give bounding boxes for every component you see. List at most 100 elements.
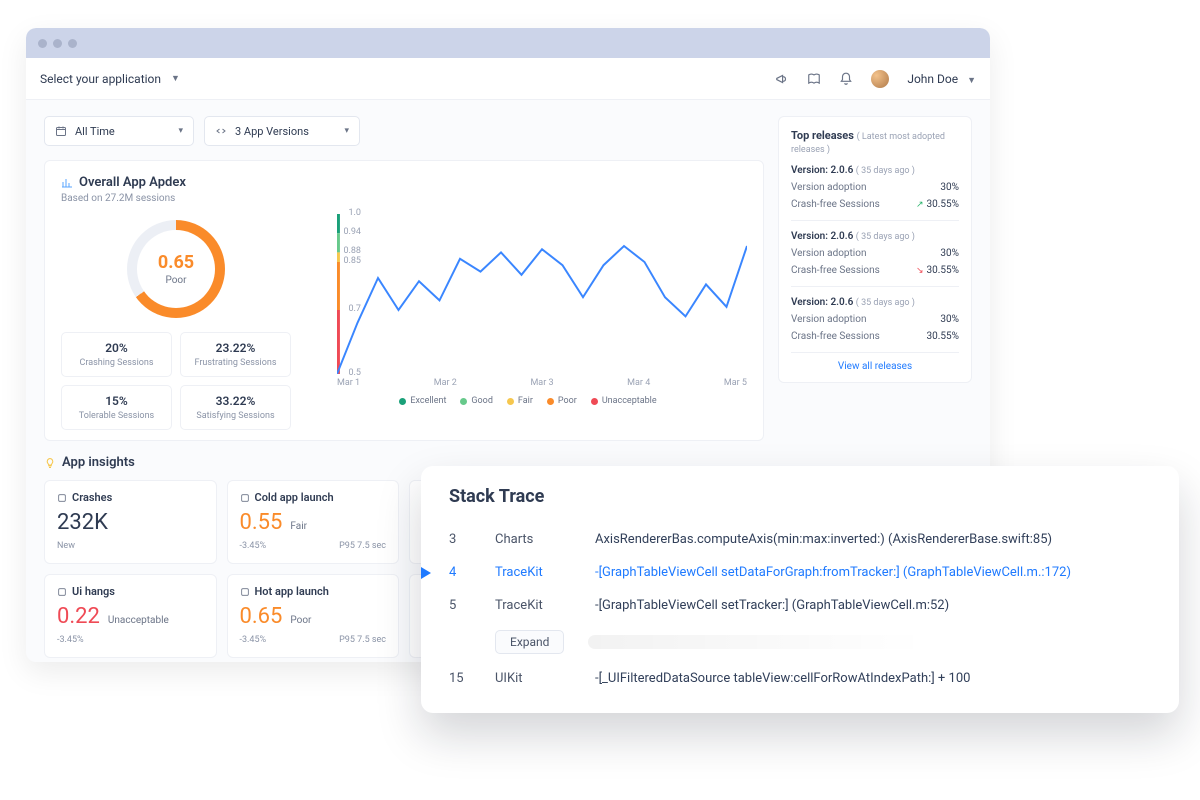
bell-icon[interactable] xyxy=(839,72,853,86)
card-value: 0.65 xyxy=(240,604,283,629)
legend-item: Good xyxy=(460,396,492,406)
x-tick: Mar 5 xyxy=(724,378,747,388)
apdex-tile: 15%Tolerable Sessions xyxy=(61,385,172,430)
stack-frame[interactable]: 15 UIKit -[_UIFilteredDataSource tableVi… xyxy=(449,662,1151,695)
card-delta: New xyxy=(57,541,75,551)
app-selector[interactable]: Select your application ▼ xyxy=(40,72,180,86)
book-icon[interactable] xyxy=(807,72,821,86)
window-dot xyxy=(68,39,77,48)
calendar-icon xyxy=(55,125,67,137)
apdex-tile: 20% Crashing Sessions xyxy=(61,332,172,377)
releases-title: Top releases ( Latest most adopted relea… xyxy=(791,129,959,155)
releases-panel: Top releases ( Latest most adopted relea… xyxy=(778,116,972,383)
trend-down-icon: ↘ xyxy=(916,266,924,276)
x-tick: Mar 3 xyxy=(530,378,553,388)
apdex-tile: 33.22% Satisfying Sessions xyxy=(180,385,291,430)
card-value: 0.22 xyxy=(57,604,100,629)
card-icon xyxy=(240,493,250,503)
x-tick: Mar 4 xyxy=(627,378,650,388)
caret-down-icon: ▾ xyxy=(178,126,183,136)
release-item[interactable]: Version: 2.0.6 ( 35 days ago )Version ad… xyxy=(791,220,959,286)
legend-dot-icon xyxy=(460,398,467,405)
tile-value: 15% xyxy=(68,394,165,408)
release-item[interactable]: Version: 2.0.6 ( 35 days ago )Version ad… xyxy=(791,155,959,220)
legend-dot-icon xyxy=(507,398,514,405)
release-version: Version: 2.0.6 ( 35 days ago ) xyxy=(791,297,959,308)
card-tag: Fair xyxy=(290,521,307,532)
release-item[interactable]: Version: 2.0.6 ( 35 days ago )Version ad… xyxy=(791,286,959,352)
window-dot xyxy=(53,39,62,48)
legend-dot-icon xyxy=(547,398,554,405)
release-version: Version: 2.0.6 ( 35 days ago ) xyxy=(791,165,959,176)
card-delta: -3.45% xyxy=(240,541,267,551)
card-p95: P95 7.5 sec xyxy=(339,541,386,551)
tile-label: Satisfying Sessions xyxy=(187,411,284,421)
tile-label: Crashing Sessions xyxy=(68,358,165,368)
stack-trace-title: Stack Trace xyxy=(449,486,1151,507)
legend-item: Fair xyxy=(507,396,533,406)
y-tick: 1.0 xyxy=(349,209,364,218)
insight-card[interactable]: Ui hangs0.22Unacceptable-3.45% xyxy=(44,574,217,658)
legend-item: Unacceptable xyxy=(591,396,657,406)
stack-frame[interactable]: 3ChartsAxisRendererBas.computeAxis(min:m… xyxy=(449,523,1151,556)
trend-up-icon: ↗ xyxy=(916,200,924,210)
chart-icon xyxy=(61,177,73,189)
apdex-gauge: 0.65 Poor xyxy=(127,220,225,318)
stack-trace-expand-row: Expand xyxy=(449,622,1151,662)
apdex-subtitle: Based on 27.2M sessions xyxy=(61,193,747,204)
card-title: Cold app launch xyxy=(240,491,387,504)
time-filter[interactable]: All Time ▾ xyxy=(44,116,194,146)
avatar[interactable] xyxy=(871,70,889,88)
y-tick: 0.7 xyxy=(349,305,364,314)
version-filter[interactable]: 3 App Versions ▾ xyxy=(204,116,360,146)
time-filter-label: All Time xyxy=(75,125,115,138)
caret-down-icon: ▾ xyxy=(344,126,349,136)
apdex-tile: 23.22% Frustrating Sessions xyxy=(180,332,291,377)
legend-item: Excellent xyxy=(399,396,446,406)
card-p95: P95 7.5 sec xyxy=(339,635,386,645)
legend-dot-icon xyxy=(591,398,598,405)
y-tick: 0.94 xyxy=(343,228,363,237)
tile-value: 33.22% xyxy=(187,394,284,408)
user-menu[interactable]: John Doe ▼ xyxy=(907,72,976,86)
stack-frame[interactable]: 4TraceKit-[GraphTableViewCell setDataFor… xyxy=(449,556,1151,589)
app-selector-label: Select your application xyxy=(40,72,161,86)
card-tag: Unacceptable xyxy=(108,615,169,626)
window-titlebar xyxy=(26,28,990,58)
version-filter-label: 3 App Versions xyxy=(235,125,309,138)
tile-value: 23.22% xyxy=(187,341,284,355)
tile-value: 20% xyxy=(68,341,165,355)
topbar-actions: John Doe ▼ xyxy=(775,70,976,88)
topbar: Select your application ▼ John Doe ▼ xyxy=(26,58,990,100)
card-icon xyxy=(240,587,250,597)
collapsed-frames-icon xyxy=(588,635,1151,649)
tile-label: Frustrating Sessions xyxy=(187,358,284,368)
card-delta: -3.45% xyxy=(57,635,84,645)
y-tick: 0.85 xyxy=(343,257,363,266)
legend-dot-icon xyxy=(399,398,406,405)
y-tick: 0.5 xyxy=(349,369,364,378)
card-value: 232K xyxy=(57,510,108,535)
window-dot xyxy=(38,39,47,48)
insight-card[interactable]: Cold app launch 0.55 Fair -3.45% P95 7.5 sec xyxy=(227,480,400,564)
card-value: 0.55 xyxy=(240,510,283,535)
card-tag: Poor xyxy=(290,615,311,626)
card-title: Crashes xyxy=(57,491,204,504)
apdex-score: 0.65 xyxy=(158,252,194,273)
release-version: Version: 2.0.6 ( 35 days ago ) xyxy=(791,231,959,242)
caret-down-icon: ▼ xyxy=(171,73,180,84)
apdex-title: Overall App Apdex xyxy=(61,175,747,190)
view-all-releases[interactable]: View all releases xyxy=(791,352,959,374)
card-delta: -3.45% xyxy=(240,635,267,645)
card-icon xyxy=(57,587,67,597)
insight-card[interactable]: Crashes 232K New xyxy=(44,480,217,564)
insight-card[interactable]: Hot app launch 0.65 Poor -3.45% P95 7.5 sec xyxy=(227,574,400,658)
stack-frame[interactable]: 5TraceKit-[GraphTableViewCell setTracker… xyxy=(449,589,1151,622)
apdex-chart: 1.00.940.880.850.70.5 xyxy=(337,214,747,374)
legend-item: Poor xyxy=(547,396,577,406)
username-label: John Doe xyxy=(907,72,958,86)
expand-button[interactable]: Expand xyxy=(495,630,564,654)
megaphone-icon[interactable] xyxy=(775,72,789,86)
card-title: Hot app launch xyxy=(240,585,387,598)
apdex-panel: Overall App Apdex Based on 27.2M session… xyxy=(44,160,764,441)
